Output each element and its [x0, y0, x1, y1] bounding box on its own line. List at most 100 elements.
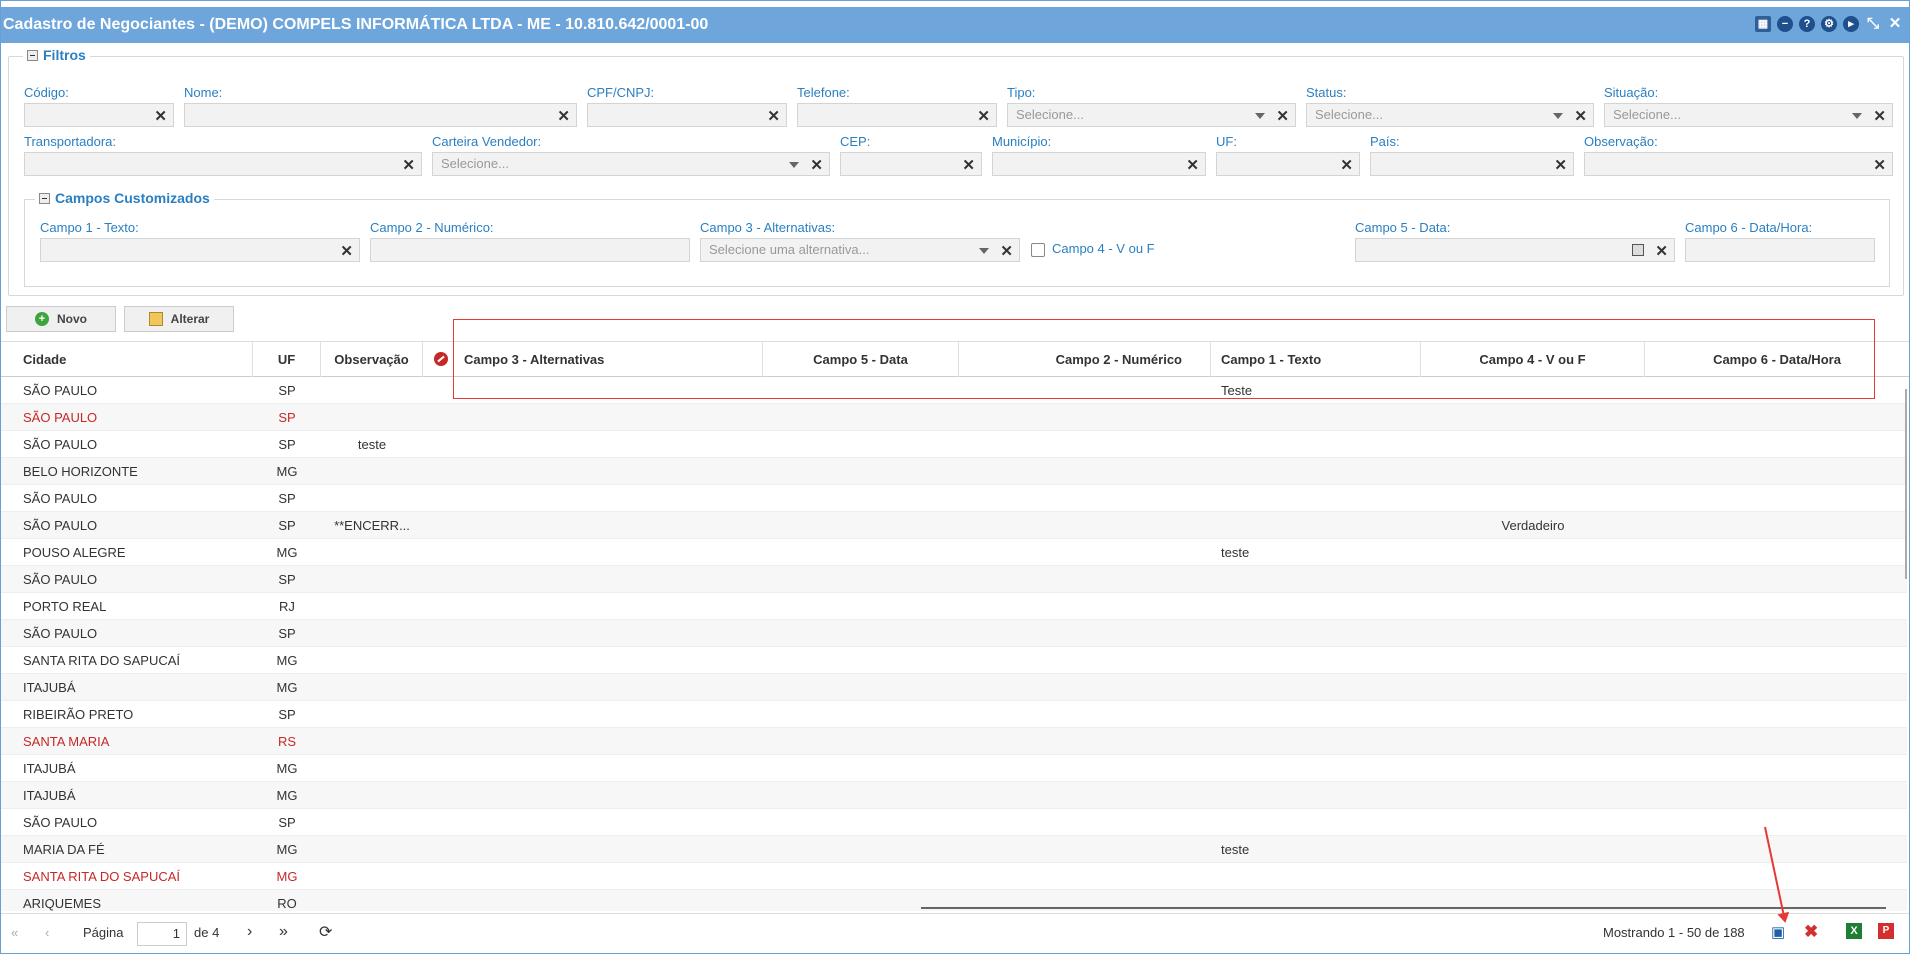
- uf-input[interactable]: ✕: [1216, 152, 1360, 176]
- situacao-select[interactable]: Selecione... ✕: [1604, 103, 1893, 127]
- campo3-select[interactable]: Selecione uma alternativa... ✕: [700, 238, 1020, 262]
- campo2-input[interactable]: [370, 238, 690, 262]
- campo4-checkbox[interactable]: [1031, 243, 1045, 257]
- play-icon[interactable]: ▸: [1843, 16, 1859, 32]
- page-input[interactable]: 1: [137, 922, 187, 946]
- col-campo4[interactable]: Campo 4 - V ou F: [1421, 342, 1645, 377]
- table-row[interactable]: ITAJUBÁ MG: [1, 755, 1907, 782]
- refresh-icon[interactable]: ⟳: [319, 922, 332, 942]
- col-campo1[interactable]: Campo 1 - Texto: [1211, 342, 1421, 377]
- campo5-input[interactable]: ✕: [1355, 238, 1675, 262]
- col-campo3[interactable]: Campo 3 - Alternativas: [453, 342, 763, 377]
- table-row[interactable]: ITAJUBÁ MG: [1, 782, 1907, 809]
- table-row[interactable]: POUSO ALEGRE MG teste: [1, 539, 1907, 566]
- col-campo6[interactable]: Campo 6 - Data/Hora: [1645, 342, 1909, 377]
- excel-icon[interactable]: X: [1846, 923, 1862, 939]
- col-cidade[interactable]: Cidade: [1, 342, 253, 377]
- help-icon[interactable]: ?: [1799, 16, 1815, 32]
- vertical-scrollbar[interactable]: [1905, 389, 1907, 579]
- clear-icon[interactable]: ✕: [402, 155, 415, 177]
- table-row[interactable]: SÃO PAULO SP: [1, 809, 1907, 836]
- status-select[interactable]: Selecione... ✕: [1306, 103, 1594, 127]
- compress-icon[interactable]: ⤡: [1865, 16, 1881, 32]
- cancel-icon[interactable]: ✖: [1804, 922, 1818, 942]
- table-row[interactable]: PORTO REAL RJ: [1, 593, 1907, 620]
- clear-icon[interactable]: ✕: [1873, 106, 1886, 128]
- chevron-down-icon[interactable]: [1852, 113, 1862, 119]
- table-row[interactable]: SÃO PAULO SP teste: [1, 431, 1907, 458]
- table-row[interactable]: MARIA DA FÉ MG teste: [1, 836, 1907, 863]
- next-page-icon[interactable]: ›: [247, 923, 252, 941]
- novo-button[interactable]: + Novo: [6, 306, 116, 332]
- table-row[interactable]: SÃO PAULO SP: [1, 620, 1907, 647]
- telefone-input[interactable]: ✕: [797, 103, 997, 127]
- clear-icon[interactable]: ✕: [557, 106, 570, 128]
- table-row[interactable]: SÃO PAULO SP: [1, 404, 1907, 431]
- codigo-input[interactable]: ✕: [24, 103, 174, 127]
- table-row[interactable]: BELO HORIZONTE MG: [1, 458, 1907, 485]
- prev-page-icon[interactable]: ‹: [45, 925, 49, 940]
- campo4-label[interactable]: Campo 4 - V ou F: [1052, 241, 1155, 256]
- calendar-icon[interactable]: [1632, 244, 1644, 256]
- table-row[interactable]: SANTA RITA DO SAPUCAÍ MG: [1, 863, 1907, 890]
- collapse-icon[interactable]: [39, 192, 50, 204]
- clear-icon[interactable]: ✕: [1000, 241, 1013, 263]
- col-uf[interactable]: UF: [253, 342, 321, 377]
- alterar-button[interactable]: Alterar: [124, 306, 234, 332]
- settings-icon[interactable]: ⚙: [1821, 16, 1837, 32]
- table-row[interactable]: SANTA MARIA RS: [1, 728, 1907, 755]
- tipo-select[interactable]: Selecione... ✕: [1007, 103, 1296, 127]
- cpf-input[interactable]: ✕: [587, 103, 787, 127]
- carteira-select[interactable]: Selecione... ✕: [432, 152, 830, 176]
- clear-icon[interactable]: ✕: [340, 241, 353, 263]
- cpf-label: CPF/CNPJ:: [587, 85, 655, 100]
- filters-legend[interactable]: Filtros: [23, 47, 90, 63]
- chevron-down-icon[interactable]: [789, 162, 799, 168]
- campo3-label: Campo 3 - Alternativas:: [700, 220, 836, 235]
- col-campo5[interactable]: Campo 5 - Data: [763, 342, 959, 377]
- collapse-icon[interactable]: [27, 49, 38, 61]
- clear-icon[interactable]: ✕: [1655, 241, 1668, 263]
- calendar-icon[interactable]: ▦: [1755, 16, 1771, 32]
- table-row[interactable]: SÃO PAULO SP **ENCERR... Verdadeiro: [1, 512, 1907, 539]
- minus-circle-icon[interactable]: −: [1777, 16, 1793, 32]
- table-row[interactable]: SÃO PAULO SP: [1, 566, 1907, 593]
- close-icon[interactable]: ✕: [1887, 16, 1903, 32]
- campo1-input[interactable]: ✕: [40, 238, 360, 262]
- clear-icon[interactable]: ✕: [977, 106, 990, 128]
- custom-legend[interactable]: Campos Customizados: [35, 190, 214, 206]
- clear-icon[interactable]: ✕: [810, 155, 823, 177]
- horizontal-scrollbar[interactable]: [921, 907, 1886, 909]
- last-page-icon[interactable]: »: [279, 923, 288, 941]
- clear-icon[interactable]: ✕: [1276, 106, 1289, 128]
- clear-icon[interactable]: ✕: [1554, 155, 1567, 177]
- clear-icon[interactable]: ✕: [1340, 155, 1353, 177]
- table-row[interactable]: ITAJUBÁ MG: [1, 674, 1907, 701]
- pdf-icon[interactable]: P: [1878, 923, 1894, 939]
- transportadora-input[interactable]: ✕: [24, 152, 422, 176]
- clear-icon[interactable]: ✕: [1873, 155, 1886, 177]
- campo6-input[interactable]: [1685, 238, 1875, 262]
- table-row[interactable]: SÃO PAULO SP: [1, 485, 1907, 512]
- clear-icon[interactable]: ✕: [962, 155, 975, 177]
- col-campo2[interactable]: Campo 2 - Numérico: [959, 342, 1211, 377]
- table-row[interactable]: SANTA RITA DO SAPUCAÍ MG: [1, 647, 1907, 674]
- clear-icon[interactable]: ✕: [767, 106, 780, 128]
- pais-input[interactable]: ✕: [1370, 152, 1574, 176]
- chevron-down-icon[interactable]: [979, 248, 989, 254]
- col-observacao[interactable]: Observação: [321, 342, 423, 377]
- clear-icon[interactable]: ✕: [1186, 155, 1199, 177]
- table-row[interactable]: RIBEIRÃO PRETO SP: [1, 701, 1907, 728]
- first-page-icon[interactable]: «: [11, 925, 18, 940]
- municipio-input[interactable]: ✕: [992, 152, 1206, 176]
- cep-input[interactable]: ✕: [840, 152, 982, 176]
- cell-uf: MG: [276, 653, 298, 668]
- chevron-down-icon[interactable]: [1255, 113, 1265, 119]
- observacao-input[interactable]: ✕: [1584, 152, 1893, 176]
- chevron-down-icon[interactable]: [1553, 113, 1563, 119]
- save-icon[interactable]: ▣: [1771, 923, 1785, 941]
- nome-input[interactable]: ✕: [184, 103, 577, 127]
- clear-icon[interactable]: ✕: [154, 106, 167, 128]
- table-row[interactable]: SÃO PAULO SP Teste: [1, 377, 1907, 404]
- clear-icon[interactable]: ✕: [1574, 106, 1587, 128]
